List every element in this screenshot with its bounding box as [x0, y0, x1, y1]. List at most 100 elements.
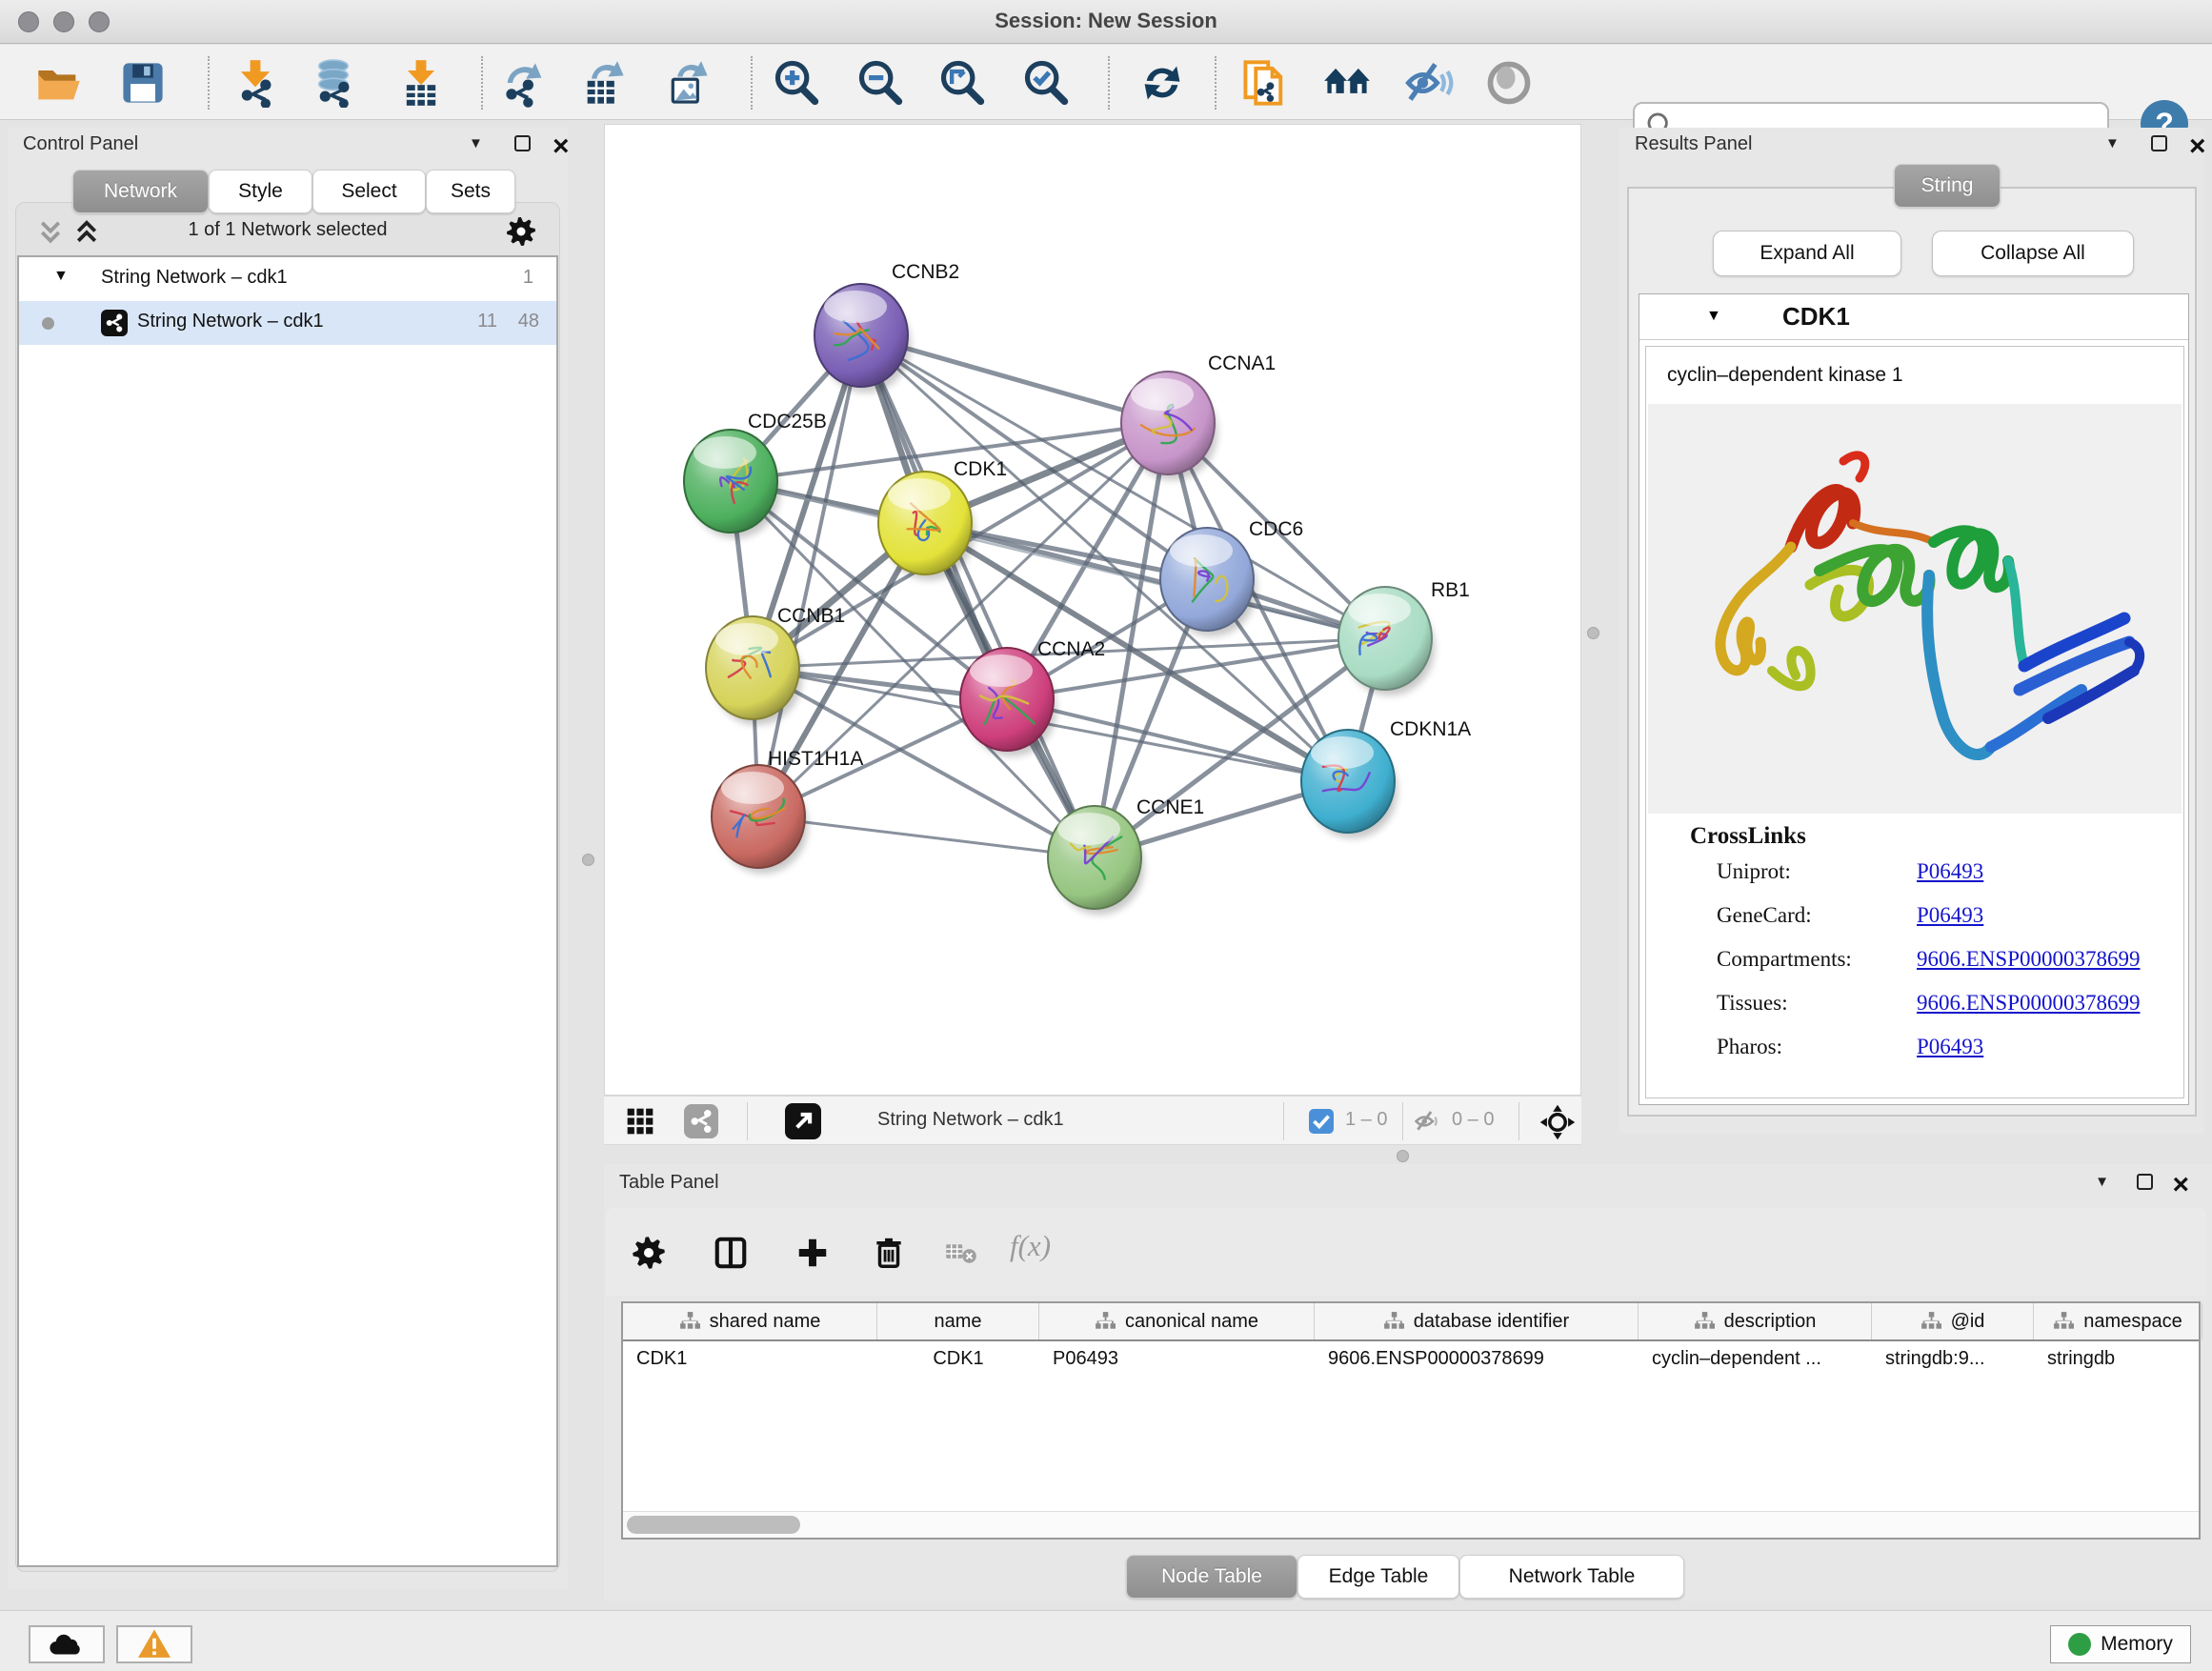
panel-close-icon[interactable]: ×: [553, 137, 570, 156]
add-column-icon[interactable]: [794, 1235, 831, 1276]
warning-button[interactable]: [116, 1625, 192, 1663]
import-table-file-icon[interactable]: [396, 58, 446, 108]
grid-view-icon[interactable]: [625, 1106, 655, 1141]
import-network-database-icon[interactable]: [309, 58, 358, 108]
table-cell[interactable]: P06493: [1039, 1341, 1315, 1379]
table-cell[interactable]: cyclin–dependent ...: [1639, 1341, 1872, 1379]
collapse-all-button[interactable]: Collapse All: [1932, 231, 2134, 276]
column-header-name[interactable]: name: [877, 1303, 1039, 1339]
network-edge-HIST1H1A-CCNE1[interactable]: [758, 816, 1095, 857]
zoom-in-icon[interactable]: [772, 58, 821, 108]
left-splitter-handle[interactable]: [582, 854, 594, 866]
open-in-new-window-icon[interactable]: [785, 1103, 821, 1139]
selected-checkbox-icon[interactable]: [1309, 1109, 1334, 1134]
table-cell[interactable]: stringdb:9...: [1872, 1341, 2034, 1379]
delete-column-icon[interactable]: [871, 1235, 907, 1276]
scrollbar-thumb[interactable]: [627, 1516, 800, 1534]
table-cell[interactable]: stringdb: [2034, 1341, 2202, 1379]
column-header-namespace[interactable]: namespace: [2034, 1303, 2202, 1339]
crosslink-link[interactable]: 9606.ENSP00000378699: [1917, 991, 2141, 1016]
column-header-description[interactable]: description: [1639, 1303, 1872, 1339]
hidden-eye-icon[interactable]: [1414, 1107, 1442, 1140]
network-node-CCNE1[interactable]: CCNE1: [1048, 796, 1204, 915]
tab-edge-table[interactable]: Edge Table: [1297, 1555, 1459, 1599]
cloud-button[interactable]: [29, 1625, 105, 1663]
zoom-selected-icon[interactable]: [1021, 58, 1071, 108]
network-node-CDKN1A[interactable]: CDKN1A: [1301, 718, 1471, 838]
column-header-shared-name[interactable]: shared name: [623, 1303, 877, 1339]
collection-collapse-icon[interactable]: ▼: [53, 268, 69, 285]
network-node-CDC25B[interactable]: CDC25B: [684, 411, 827, 538]
network-edge-CCNB2-HIST1H1A[interactable]: [758, 335, 861, 816]
panel-float-icon[interactable]: [2137, 1174, 2153, 1190]
network-edge-CCNB2-CCNE1[interactable]: [861, 335, 1095, 857]
network-node-CCNA1[interactable]: CCNA1: [1121, 352, 1276, 480]
network-node-label: CDC6: [1249, 518, 1303, 540]
tab-node-table[interactable]: Node Table: [1126, 1555, 1297, 1599]
panel-close-icon[interactable]: ×: [2172, 1176, 2189, 1195]
network-node-CCNA2[interactable]: CCNA2: [960, 638, 1105, 756]
string-document-icon[interactable]: [1240, 58, 1290, 108]
save-session-icon[interactable]: [118, 58, 168, 108]
panel-close-icon[interactable]: ×: [2189, 137, 2206, 156]
network-view-canvas[interactable]: CCNB2CCNA1CDC25BCDK1CDC6RB1CCNB1CCNA2CDK…: [604, 124, 1581, 1096]
delete-table-icon[interactable]: [945, 1240, 977, 1272]
crosslink-link[interactable]: 9606.ENSP00000378699: [1917, 947, 2141, 972]
tab-style[interactable]: Style: [209, 170, 312, 213]
table-cell[interactable]: CDK1: [623, 1341, 877, 1379]
export-network-icon[interactable]: [499, 58, 549, 108]
table-settings-gear-icon[interactable]: [631, 1235, 667, 1276]
network-item-row[interactable]: String Network – cdk1 11 48: [19, 301, 556, 345]
selected-counter: 1 – 0: [1345, 1109, 1387, 1131]
section-collapse-icon[interactable]: ▼: [1706, 308, 1721, 325]
table-row[interactable]: CDK1CDK1P064939606.ENSP00000378699cyclin…: [623, 1341, 2199, 1379]
tab-select[interactable]: Select: [312, 170, 426, 213]
crosslink-link[interactable]: P06493: [1917, 859, 1983, 884]
network-view-icon[interactable]: [684, 1104, 718, 1138]
hide-unhide-icon[interactable]: [1404, 58, 1454, 108]
expand-all-button[interactable]: Expand All: [1713, 231, 1901, 276]
function-builder-icon[interactable]: f(x): [1010, 1229, 1051, 1263]
node-position-icon[interactable]: [1539, 1104, 1576, 1145]
memory-button[interactable]: Memory: [2050, 1625, 2191, 1663]
panel-menu-icon[interactable]: ▼: [2105, 135, 2120, 151]
bottom-splitter-handle[interactable]: [1397, 1150, 1409, 1162]
table-horizontal-scrollbar[interactable]: [623, 1511, 2199, 1538]
network-collection-row[interactable]: ▼ String Network – cdk1 1: [19, 257, 556, 301]
network-options-gear-icon[interactable]: [505, 215, 537, 252]
crosslink-link[interactable]: P06493: [1917, 1035, 1983, 1059]
bird-eye-icon[interactable]: [1484, 58, 1534, 108]
network-list: ▼ String Network – cdk1 1 String Network…: [17, 255, 558, 1567]
string-home-icon[interactable]: [1322, 58, 1372, 108]
export-table-icon[interactable]: [579, 58, 629, 108]
panel-menu-icon[interactable]: ▼: [469, 135, 483, 151]
crosslink-link[interactable]: P06493: [1917, 903, 1983, 928]
network-node-HIST1H1A[interactable]: HIST1H1A: [712, 748, 863, 874]
table-cell[interactable]: CDK1: [877, 1341, 1039, 1379]
tab-sets[interactable]: Sets: [426, 170, 515, 213]
open-session-icon[interactable]: [34, 58, 84, 108]
column-header-database-identifier[interactable]: database identifier: [1315, 1303, 1639, 1339]
window-title: Session: New Session: [0, 9, 2212, 33]
network-node-CCNB2[interactable]: CCNB2: [814, 261, 959, 393]
network-node-RB1[interactable]: RB1: [1338, 579, 1470, 695]
refresh-layout-icon[interactable]: [1137, 58, 1187, 108]
zoom-fit-icon[interactable]: [937, 58, 987, 108]
tab-network-table[interactable]: Network Table: [1459, 1555, 1684, 1599]
network-selection-status: 1 of 1 Network selected: [15, 219, 560, 241]
export-image-icon[interactable]: [663, 58, 713, 108]
import-network-file-icon[interactable]: [231, 58, 280, 108]
right-splitter-handle[interactable]: [1587, 627, 1599, 639]
panel-float-icon[interactable]: [514, 135, 531, 151]
column-header-canonical-name[interactable]: canonical name: [1039, 1303, 1315, 1339]
show-columns-icon[interactable]: [713, 1235, 749, 1276]
zoom-out-icon[interactable]: [855, 58, 905, 108]
tab-string[interactable]: String: [1894, 164, 2001, 208]
network-edge-CCNA2-CDKN1A[interactable]: [1007, 699, 1348, 781]
column-header--id[interactable]: @id: [1872, 1303, 2034, 1339]
table-cell[interactable]: 9606.ENSP00000378699: [1315, 1341, 1639, 1379]
panel-menu-icon[interactable]: ▼: [2095, 1174, 2109, 1190]
gene-section-header[interactable]: ▼ CDK1: [1639, 294, 2188, 340]
panel-float-icon[interactable]: [2151, 135, 2167, 151]
tab-network[interactable]: Network: [72, 170, 209, 213]
